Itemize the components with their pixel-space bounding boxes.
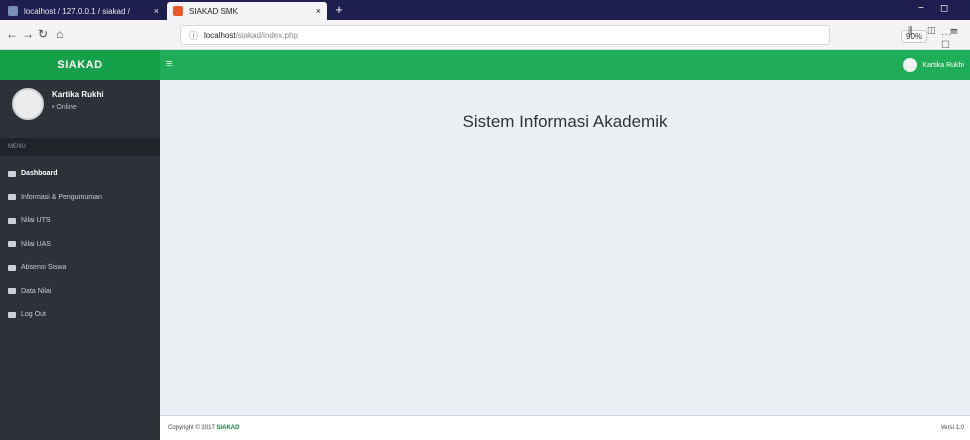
- sidebar-user-status: • Online: [52, 104, 77, 111]
- sidebar-item-label: Informasi & Pengumuman: [21, 193, 102, 201]
- sidebar-item-data-nilai[interactable]: Data Nilai: [0, 280, 160, 304]
- user-menu-name: Kartika Rukhi: [922, 61, 964, 69]
- sidebar-user-name: Kartika Rukhi: [52, 90, 104, 99]
- sidebar: Kartika Rukhi • Online MENU Dashboard In…: [0, 80, 160, 440]
- sidebar-item-informasi[interactable]: Informasi & Pengumuman: [0, 186, 160, 210]
- maximize-window-icon[interactable]: ◻: [940, 3, 948, 14]
- data-icon: [8, 288, 16, 295]
- sidebar-toggle-icon[interactable]: ≡: [166, 58, 172, 70]
- browser-tab-phpmyadmin[interactable]: localhost / 127.0.0.1 / siakad / ×: [2, 2, 165, 20]
- footer-version: Versi 1.0: [940, 425, 964, 431]
- close-tab-icon[interactable]: ×: [316, 6, 321, 16]
- tab-title: localhost / 127.0.0.1 / siakad /: [24, 6, 130, 16]
- app-brand-logo[interactable]: SIAKAD: [0, 50, 160, 80]
- sidebar-item-absensi[interactable]: Absensi Siswa: [0, 256, 160, 280]
- avatar: [12, 88, 44, 120]
- back-arrow-icon[interactable]: ←: [6, 27, 18, 41]
- sidebar-item-label: Log Out: [21, 311, 46, 319]
- sidebar-item-label: Data Nilai: [21, 287, 52, 295]
- browser-tab-strip: localhost / 127.0.0.1 / siakad / × SIAKA…: [0, 0, 970, 20]
- grade-icon: [8, 241, 16, 248]
- page-title: Sistem Informasi Akademik: [462, 112, 668, 131]
- new-tab-button[interactable]: +: [331, 2, 347, 18]
- grade-icon: [8, 217, 16, 224]
- forward-arrow-icon[interactable]: →: [22, 27, 34, 41]
- sidebar-item-nilai-uts[interactable]: Nilai UTS: [0, 209, 160, 233]
- toolbar-extensions-icon[interactable]: ⫼ ◫ ☰: [908, 26, 964, 37]
- info-icon: [8, 194, 16, 201]
- browser-tab-siakad[interactable]: SIAKAD SMK ×: [167, 2, 327, 20]
- main-content: Sistem Informasi Akademik: [160, 80, 970, 415]
- home-icon[interactable]: ⌂: [56, 27, 63, 41]
- sidebar-menu-header: MENU: [0, 138, 160, 156]
- tab-title: SIAKAD SMK: [189, 6, 238, 16]
- footer: Copyright © 2017 SIAKAD Versi 1.0: [160, 415, 970, 440]
- url-host: localhost: [204, 30, 236, 40]
- sidebar-item-label: Nilai UAS: [21, 240, 51, 248]
- logout-icon: [8, 311, 16, 318]
- app-top-bar: ≡ Kartika Rukhi: [160, 50, 970, 80]
- browser-nav-bar: ← → ↻ ⌂ ⓘ localhost /siakad/index.php 90…: [0, 20, 970, 62]
- sidebar-item-label: Absensi Siswa: [21, 264, 67, 272]
- sidebar-item-label: Dashboard: [21, 170, 58, 178]
- footer-copyright: Copyright © 2017 SIAKAD: [168, 425, 239, 431]
- reload-icon[interactable]: ↻: [38, 27, 48, 41]
- sidebar-item-dashboard[interactable]: Dashboard: [0, 162, 160, 186]
- close-tab-icon[interactable]: ×: [154, 6, 159, 16]
- url-path: /siakad/index.php: [235, 30, 298, 40]
- site-info-icon[interactable]: ⓘ: [189, 29, 198, 42]
- user-avatar-icon: [903, 58, 918, 72]
- sidebar-item-nilai-uas[interactable]: Nilai UAS: [0, 233, 160, 257]
- siakad-favicon-icon: [173, 6, 183, 16]
- footer-copyright-text: Copyright © 2017: [168, 425, 215, 431]
- user-menu[interactable]: Kartika Rukhi: [903, 58, 964, 72]
- footer-brand-link[interactable]: SIAKAD: [216, 425, 239, 431]
- sidebar-menu: Dashboard Informasi & Pengumuman Nilai U…: [0, 162, 160, 327]
- dashboard-icon: [8, 170, 16, 177]
- sidebar-item-logout[interactable]: Log Out: [0, 303, 160, 327]
- minimize-window-icon[interactable]: −: [918, 3, 924, 14]
- sidebar-user-panel: Kartika Rukhi • Online: [0, 80, 160, 138]
- sidebar-item-label: Nilai UTS: [21, 217, 51, 225]
- address-bar[interactable]: ⓘ localhost /siakad/index.php 90% ··· ☐ …: [180, 25, 951, 62]
- attendance-icon: [8, 264, 16, 271]
- phpmyadmin-favicon-icon: [8, 6, 18, 16]
